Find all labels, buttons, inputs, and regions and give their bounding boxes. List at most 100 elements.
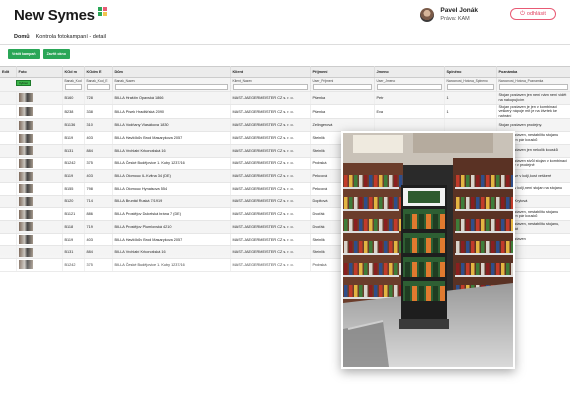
col-prijmeni[interactable]: Příjmení bbox=[310, 66, 375, 78]
logout-button[interactable]: ⏻ odhlásit bbox=[510, 8, 556, 20]
cell-photo[interactable] bbox=[16, 233, 63, 247]
cell-dum: BILLA Hraštín Opavská 1866 bbox=[112, 91, 231, 105]
filter-input[interactable] bbox=[232, 84, 308, 90]
cell-photo[interactable] bbox=[16, 118, 63, 133]
photo-thumbnail[interactable] bbox=[18, 146, 33, 156]
photo-thumbnail[interactable] bbox=[18, 93, 33, 103]
photo-preview[interactable] bbox=[341, 131, 515, 369]
col-dum[interactable]: Dům bbox=[112, 66, 231, 78]
cell-kode: 798 bbox=[84, 182, 113, 196]
cell-photo[interactable] bbox=[16, 207, 63, 221]
cell-edit[interactable] bbox=[0, 220, 17, 234]
table-row[interactable]: B160 728 BILLA Hraštín Opavská 1866 MAST-JA… bbox=[0, 91, 570, 105]
col-kod-e[interactable]: KOdm E bbox=[84, 66, 113, 78]
cell-kod: B155 bbox=[62, 182, 85, 196]
user-name: Pavel Jonák bbox=[440, 7, 478, 14]
table-row[interactable]: B238 338 BILLA Písek Hradišťská 2090 MAST-J… bbox=[0, 104, 570, 120]
toolbar: Vrátit kampaň Zavřít okno bbox=[0, 45, 570, 61]
cell-kod: B160 bbox=[62, 91, 85, 105]
cell-edit[interactable] bbox=[0, 144, 17, 158]
cell-edit[interactable] bbox=[0, 169, 17, 183]
header-row: Edit Foto KOd m KOdm E Dům Klient Příjme… bbox=[0, 66, 570, 78]
filter-input[interactable] bbox=[64, 84, 82, 90]
photo-thumbnail[interactable] bbox=[18, 107, 33, 117]
filter-input[interactable] bbox=[376, 84, 442, 90]
col-jmeno[interactable]: Jmeno bbox=[374, 66, 445, 78]
cell-edit[interactable] bbox=[0, 91, 17, 105]
filter-input[interactable] bbox=[114, 84, 228, 90]
cell-edit[interactable] bbox=[0, 131, 17, 145]
cell-kod: B1136 bbox=[62, 118, 85, 133]
app-logo[interactable]: New Symes bbox=[14, 6, 107, 24]
photo-thumbnail[interactable] bbox=[18, 209, 33, 219]
cell-kode: 714 bbox=[84, 195, 113, 209]
photo-thumbnail[interactable] bbox=[18, 196, 33, 206]
app-header: New Symes Pavel Jonák Práva: KAM ⏻ odhlás… bbox=[0, 0, 570, 30]
cell-photo[interactable] bbox=[16, 157, 63, 171]
breadcrumb: Domů Kontrola fotokampaní - detail bbox=[0, 30, 570, 45]
cell-kod: B119 bbox=[62, 233, 85, 247]
photo-thumbnail[interactable] bbox=[18, 133, 33, 143]
cell-klient: MAST-JAEGERMEISTER CZ s. r. o. bbox=[230, 182, 311, 196]
cell-edit[interactable] bbox=[0, 182, 17, 196]
cell-klient: MAST-JAEGERMEISTER CZ s. r. o. bbox=[230, 220, 311, 234]
cell-pozn: Stojan postaven jen není nám není vidět … bbox=[496, 91, 570, 105]
table-row[interactable]: B1136 310 BILLA Vodňany Vlasákova 1830 MAST… bbox=[0, 118, 570, 133]
cell-photo[interactable] bbox=[16, 195, 63, 209]
avatar bbox=[420, 8, 435, 22]
breadcrumb-home[interactable]: Domů bbox=[14, 34, 30, 40]
photo-thumbnail[interactable] bbox=[18, 222, 33, 232]
col-kod[interactable]: KOd m bbox=[62, 66, 85, 78]
cell-photo[interactable] bbox=[16, 144, 63, 158]
cell-photo[interactable] bbox=[16, 131, 63, 145]
breadcrumb-current: Kontrola fotokampaní - detail bbox=[35, 34, 106, 40]
cell-jmeno: Eva bbox=[374, 104, 445, 120]
cell-kod: B119 bbox=[62, 131, 85, 145]
cell-edit[interactable] bbox=[0, 118, 17, 133]
return-campaign-button[interactable]: Vrátit kampaň bbox=[8, 49, 40, 59]
cell-photo[interactable] bbox=[16, 182, 63, 196]
filter-input[interactable] bbox=[312, 84, 372, 90]
cell-dum: BILLA Prostějov Plumlovská 4210 bbox=[112, 220, 231, 234]
col-foto[interactable]: Foto bbox=[16, 66, 63, 78]
cell-klient: MAST-JAEGERMEISTER CZ s. r. o. bbox=[230, 157, 311, 171]
cell-edit[interactable] bbox=[0, 104, 17, 120]
logout-icon: ⏻ bbox=[520, 10, 525, 17]
col-splneno[interactable]: Splněno bbox=[444, 66, 497, 78]
select-button[interactable]: Vybrat bbox=[16, 80, 31, 86]
photo-thumbnail[interactable] bbox=[18, 184, 33, 194]
cell-klient: MAST-JAEGERMEISTER CZ s. r. o. bbox=[230, 195, 311, 209]
cell-klient: MAST-JAEGERMEISTER CZ s. r. o. bbox=[230, 169, 311, 183]
photo-thumbnail[interactable] bbox=[18, 171, 33, 181]
squares-logo-icon bbox=[97, 6, 107, 16]
close-window-button[interactable]: Zavřít okno bbox=[42, 49, 70, 59]
user-info: Pavel Jonák Práva: KAM bbox=[420, 6, 478, 24]
cell-edit[interactable] bbox=[0, 195, 17, 209]
cell-kod: B119 bbox=[62, 169, 85, 183]
filter-input[interactable] bbox=[86, 84, 110, 90]
photo-thumbnail[interactable] bbox=[18, 235, 33, 244]
user-role: Práva: KAM bbox=[440, 16, 470, 22]
cell-photo[interactable] bbox=[16, 169, 63, 183]
photo-thumbnail[interactable] bbox=[18, 158, 33, 168]
cell-kode: 886 bbox=[84, 207, 113, 221]
cell-photo[interactable] bbox=[16, 220, 63, 234]
cell-prijmeni: Zelingerová bbox=[310, 118, 375, 133]
filter-row: Vybrat Banak_Kod Banak_Kod_E Banak_Nazev… bbox=[0, 77, 570, 92]
store-display-photo bbox=[343, 133, 513, 367]
cell-edit[interactable] bbox=[0, 233, 17, 247]
cell-edit[interactable] bbox=[0, 157, 17, 171]
col-poznamka[interactable]: Poznámka bbox=[496, 66, 570, 78]
cell-dum: BILLA Prostějov Dukelská brána 7 (DE) bbox=[112, 207, 231, 221]
cell-klient: MAST-JAEGERMEISTER CZ s. r. o. bbox=[230, 233, 311, 247]
cell-photo[interactable] bbox=[16, 104, 63, 120]
filter-input[interactable] bbox=[446, 84, 494, 90]
cell-photo[interactable] bbox=[16, 91, 63, 105]
filter-input[interactable] bbox=[498, 84, 568, 90]
cell-dum: BILLA České Budějovice 1. Kuby 1237/16 bbox=[112, 157, 231, 171]
col-klient[interactable]: Klient bbox=[230, 66, 311, 78]
photo-thumbnail[interactable] bbox=[18, 120, 33, 130]
col-edit[interactable]: Edit bbox=[0, 66, 17, 78]
cell-edit[interactable] bbox=[0, 207, 17, 221]
cell-kod: B238 bbox=[62, 104, 85, 120]
